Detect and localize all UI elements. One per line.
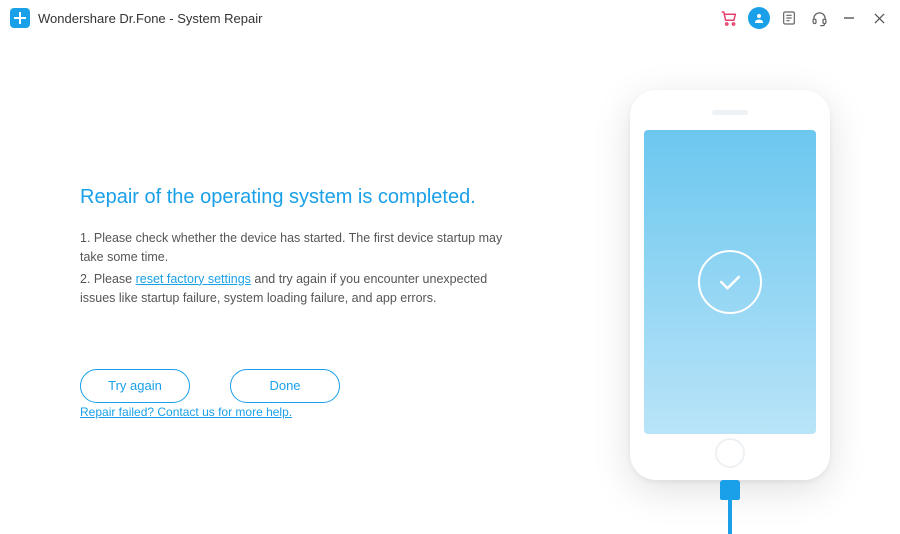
right-pane <box>560 36 900 534</box>
try-again-button[interactable]: Try again <box>80 369 190 403</box>
phone-device <box>630 90 830 480</box>
instruction-line-1: 1. Please check whether the device has s… <box>80 229 520 268</box>
instruction-line-2: 2. Please reset factory settings and try… <box>80 270 520 309</box>
usb-cable-icon <box>720 480 740 534</box>
close-button[interactable] <box>864 4 894 32</box>
app-title: Wondershare Dr.Fone - System Repair <box>38 11 262 26</box>
titlebar: Wondershare Dr.Fone - System Repair <box>0 0 900 36</box>
app-window: Wondershare Dr.Fone - System Repair Repa… <box>0 0 900 534</box>
feedback-icon[interactable] <box>774 4 804 32</box>
done-button[interactable]: Done <box>230 369 340 403</box>
minimize-button[interactable] <box>834 4 864 32</box>
phone-illustration <box>615 90 845 520</box>
completion-heading: Repair of the operating system is comple… <box>80 186 520 209</box>
reset-factory-settings-link[interactable]: reset factory settings <box>136 272 251 286</box>
left-pane: Repair of the operating system is comple… <box>0 36 560 534</box>
user-icon[interactable] <box>744 4 774 32</box>
headset-icon[interactable] <box>804 4 834 32</box>
checkmark-circle-icon <box>698 250 762 314</box>
app-logo-icon <box>10 8 30 28</box>
repair-failed-help-link[interactable]: Repair failed? Contact us for more help. <box>80 405 292 419</box>
button-row: Try again Done <box>80 369 520 403</box>
phone-home-button <box>715 438 745 468</box>
content-area: Repair of the operating system is comple… <box>0 36 900 534</box>
phone-screen <box>644 130 816 434</box>
phone-speaker <box>712 110 748 115</box>
instruction-line-2-prefix: 2. Please <box>80 272 136 286</box>
cart-icon[interactable] <box>714 4 744 32</box>
